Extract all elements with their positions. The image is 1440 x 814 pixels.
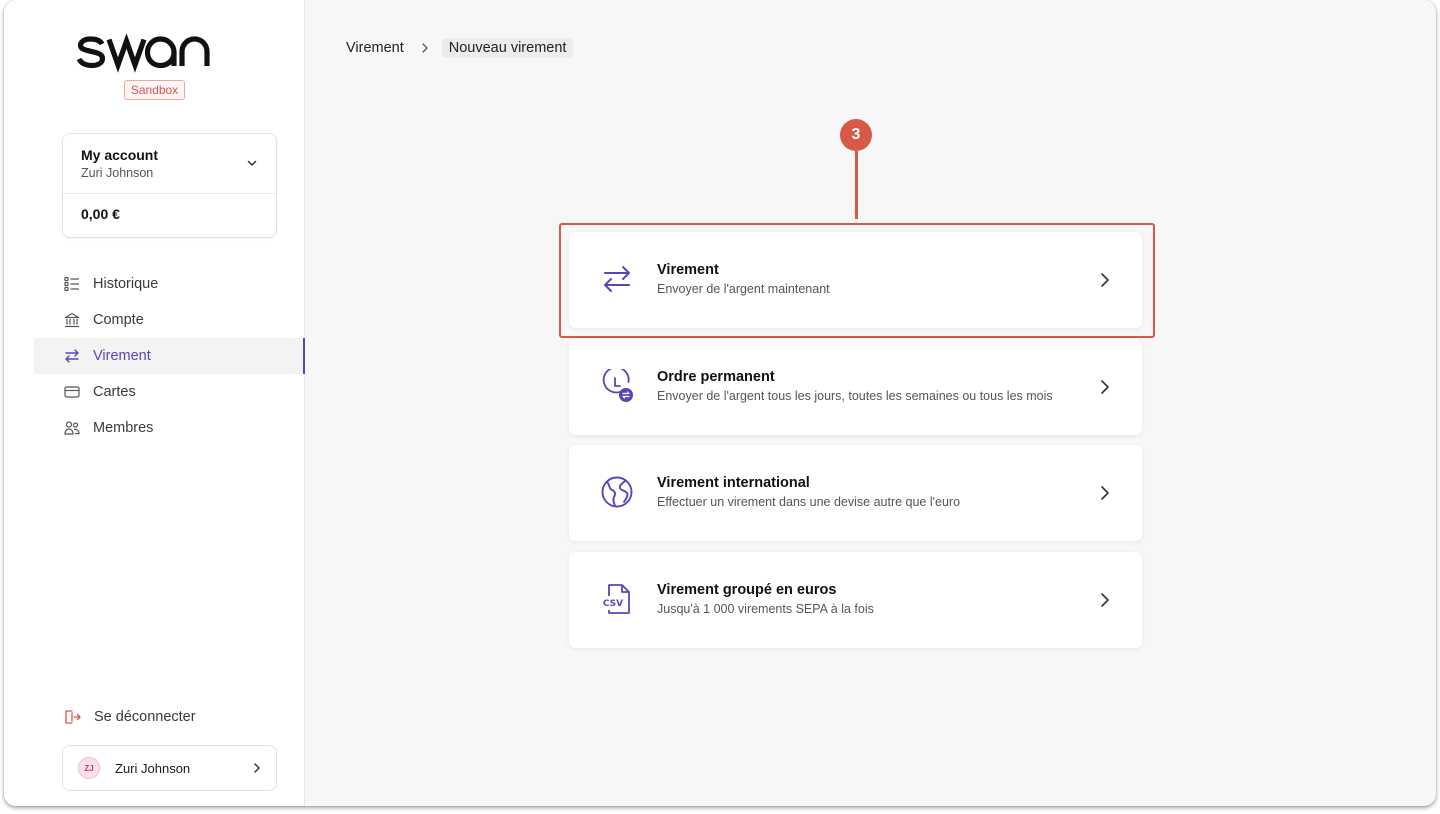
bank-icon: [64, 312, 80, 328]
sidebar-item-compte[interactable]: Compte: [34, 302, 305, 338]
sidebar-item-virement[interactable]: Virement: [34, 338, 305, 374]
sidebar-item-membres[interactable]: Membres: [34, 410, 305, 446]
brand: swan Sandbox: [4, 30, 305, 100]
option-description: Jusqu'à 1 000 virements SEPA à la fois: [657, 602, 874, 616]
option-description: Envoyer de l'argent maintenant: [657, 282, 830, 296]
chevron-down-icon[interactable]: [246, 157, 258, 169]
logout-label: Se déconnecter: [94, 709, 196, 725]
svg-text:CSV: CSV: [603, 599, 623, 609]
list-icon: [64, 276, 79, 292]
logout-icon: [65, 710, 81, 724]
sidebar-nav: Historique Compte Virement Cartes Membre…: [34, 266, 305, 446]
chevron-right-icon: [1101, 380, 1109, 394]
sidebar-item-historique[interactable]: Historique: [34, 266, 305, 302]
swan-logo: swan: [76, 33, 210, 73]
option-title: Virement international: [657, 475, 810, 491]
sidebar-item-cartes[interactable]: Cartes: [34, 374, 305, 410]
account-switcher[interactable]: My account Zuri Johnson 0,00 €: [62, 133, 277, 238]
breadcrumb-parent[interactable]: Virement: [346, 40, 404, 56]
option-title: Virement groupé en euros: [657, 582, 837, 598]
logout-button[interactable]: Se déconnecter: [64, 706, 196, 728]
avatar: ZJ: [78, 757, 100, 779]
account-holder: Zuri Johnson: [81, 166, 154, 180]
option-title: Ordre permanent: [657, 369, 775, 385]
option-virement-groupe[interactable]: CSV Virement groupé en euros Jusqu'à 1 0…: [569, 552, 1142, 648]
card-icon: [64, 386, 80, 398]
chevron-right-icon: [420, 42, 430, 54]
app-window: swan Sandbox My account Zuri Johnson: [4, 0, 1436, 806]
chevron-right-icon: [1101, 593, 1109, 607]
option-title: Virement: [657, 262, 719, 278]
main-content: Virement Nouveau virement 3 Virement Env…: [305, 0, 1436, 806]
option-ordre-permanent[interactable]: Ordre permanent Envoyer de l'argent tous…: [569, 339, 1142, 435]
csv-file-icon: CSV: [601, 584, 630, 614]
sandbox-badge: Sandbox: [123, 80, 186, 100]
step-annotation-badge: 3: [840, 119, 872, 151]
transfer-arrows-icon: [604, 266, 630, 292]
breadcrumb-current: Nouveau virement: [441, 38, 574, 58]
transfer-arrows-icon: [65, 349, 79, 363]
account-header[interactable]: My account Zuri Johnson: [63, 134, 276, 194]
recurring-clock-icon: [602, 369, 633, 402]
user-name: Zuri Johnson: [115, 760, 191, 776]
globe-icon: [601, 476, 633, 508]
sidebar-item-label: Virement: [93, 348, 151, 364]
sidebar-item-label: Cartes: [93, 384, 136, 400]
breadcrumb: Virement Nouveau virement: [346, 38, 574, 58]
sidebar-item-label: Historique: [93, 276, 159, 292]
sidebar-item-label: Compte: [93, 312, 144, 328]
chevron-right-icon: [1101, 273, 1109, 287]
account-name: My account: [81, 147, 159, 163]
chevron-right-icon: [1101, 486, 1109, 500]
annotation-connector: [855, 151, 858, 219]
option-description: Envoyer de l'argent tous les jours, tout…: [657, 389, 1053, 403]
user-profile-button[interactable]: ZJ Zuri Johnson: [62, 745, 277, 791]
account-balance: 0,00 €: [81, 206, 120, 222]
option-virement-international[interactable]: Virement international Effectuer un vire…: [569, 445, 1142, 541]
chevron-right-icon: [254, 763, 260, 773]
sidebar: swan Sandbox My account Zuri Johnson: [4, 0, 305, 806]
members-icon: [64, 421, 80, 435]
option-description: Effectuer un virement dans une devise au…: [657, 495, 961, 509]
sidebar-item-label: Membres: [93, 420, 154, 436]
option-virement[interactable]: Virement Envoyer de l'argent maintenant: [569, 232, 1142, 328]
